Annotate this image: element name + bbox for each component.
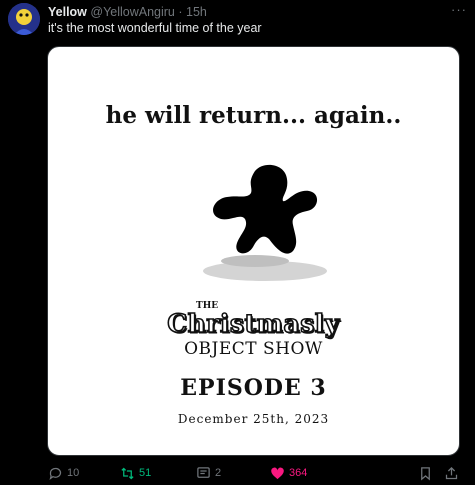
- tweet-time[interactable]: 15h: [186, 5, 207, 19]
- reply-count: 10: [67, 467, 80, 479]
- avatar[interactable]: [8, 3, 40, 35]
- author-handle[interactable]: @YellowAngiru: [90, 5, 175, 19]
- gingerbread-silhouette-icon: [203, 164, 327, 281]
- heart-icon: [271, 467, 284, 479]
- bookmark-button[interactable]: [418, 464, 433, 482]
- tweet-header: Yellow @YellowAngiru · 15h: [48, 4, 465, 20]
- meta-separator: ·: [178, 5, 183, 19]
- release-date: December 25th, 2023: [177, 412, 330, 426]
- media-card[interactable]: he will return... again.. THE Christmasl…: [47, 46, 460, 456]
- action-bar: 10 51 2 364: [48, 464, 465, 482]
- logo-title: Christmasly: [166, 308, 340, 339]
- like-count: 364: [289, 467, 308, 479]
- retweet-button[interactable]: 51: [120, 464, 151, 482]
- like-button[interactable]: 364: [270, 464, 307, 482]
- more-options-icon[interactable]: ···: [451, 2, 467, 17]
- views-icon: [197, 466, 210, 478]
- retweet-icon: [121, 467, 134, 479]
- reply-icon: [49, 467, 62, 480]
- avatar-image: [8, 3, 40, 35]
- bookmark-icon: [421, 466, 430, 480]
- episode-label: EPISODE 3: [180, 375, 327, 401]
- share-button[interactable]: [444, 464, 459, 482]
- author-name[interactable]: Yellow: [48, 5, 87, 19]
- reply-button[interactable]: 10: [48, 464, 79, 482]
- logo-subtitle: OBJECT SHOW: [184, 339, 323, 359]
- views-button[interactable]: 2: [196, 464, 221, 482]
- media-headline: he will return... again..: [105, 102, 402, 129]
- tweet-text: it's the most wonderful time of the year: [48, 21, 262, 35]
- retweet-count: 51: [139, 467, 152, 479]
- share-icon: [445, 466, 458, 479]
- views-count: 2: [215, 467, 222, 479]
